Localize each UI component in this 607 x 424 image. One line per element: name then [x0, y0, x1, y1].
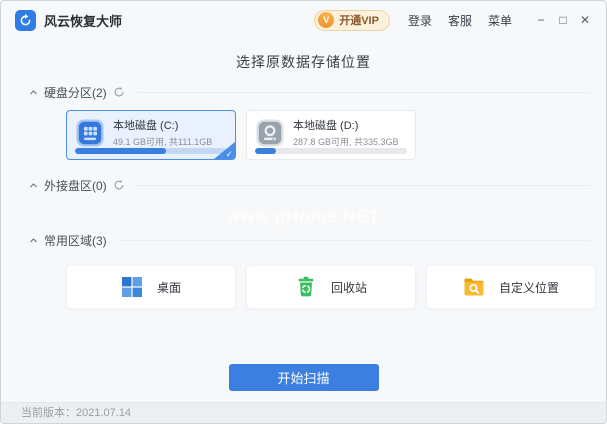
disk-usage-fill: [75, 148, 167, 154]
windows-logo-icon: [121, 277, 142, 297]
custom-location-card[interactable]: 自定义位置: [426, 265, 596, 309]
close-button[interactable]: ✕: [576, 13, 594, 27]
page-title: 选择原数据存储位置: [236, 54, 371, 70]
section-header-common-areas: 常用区域(3): [29, 231, 590, 249]
disk-usage-bar: [75, 148, 227, 154]
vip-label: 开通VIP: [339, 15, 379, 27]
watermark-text: www.pHome.NET: [226, 207, 381, 226]
version-text: 当前版本：2021.07.14: [21, 407, 132, 419]
section-divider: [136, 184, 590, 186]
section-title-common-areas: 常用区域(3): [44, 233, 107, 248]
disk-capacity: 49.1 GB可用, 共111.1GB: [113, 137, 213, 147]
open-vip-button[interactable]: V 开通VIP: [314, 9, 390, 31]
menu-link[interactable]: 菜单: [488, 12, 512, 29]
login-link[interactable]: 登录: [408, 12, 432, 29]
disk-card-d[interactable]: 本地磁盘 (D:) 287.8 GB可用, 共335.3GB: [246, 110, 416, 160]
start-scan-button[interactable]: 开始扫描: [228, 364, 379, 391]
collapse-chevron-icon[interactable]: [29, 236, 38, 245]
titlebar-actions: V 开通VIP 登录 客服 菜单 − □ ✕: [314, 9, 594, 31]
disk-usage-fill: [255, 148, 277, 154]
recycle-bin-card[interactable]: 回收站: [246, 265, 416, 309]
folder-search-icon: [464, 278, 484, 296]
disk-card-d-text: 本地磁盘 (D:) 287.8 GB可用, 共335.3GB: [293, 117, 399, 148]
common-area-row: 桌面 回收站 自定义位置: [66, 265, 606, 309]
collapse-chevron-icon[interactable]: [29, 88, 38, 97]
desktop-card[interactable]: 桌面: [66, 265, 236, 309]
section-title-external-disks: 外接盘区(0): [44, 178, 107, 193]
support-link[interactable]: 客服: [448, 12, 472, 29]
common-label: 自定义位置: [498, 280, 559, 295]
disk-card-c[interactable]: 本地磁盘 (C:) 49.1 GB可用, 共111.1GB ✓: [66, 110, 236, 160]
section-title-disk-partitions: 硬盘分区(2): [44, 85, 107, 100]
selected-check-icon: ✓: [225, 149, 233, 159]
common-label: 桌面: [156, 280, 181, 295]
recycle-bin-icon: [298, 276, 314, 297]
app-logo-icon: [15, 9, 36, 31]
collapse-chevron-icon[interactable]: [29, 181, 38, 190]
app-window: 风云恢复大师 V 开通VIP 登录 客服 菜单 − □ ✕ 选择原数据存储位置 …: [0, 0, 607, 424]
minimize-button[interactable]: −: [532, 13, 550, 27]
vip-badge-icon: V: [318, 12, 335, 28]
hard-disk-gray-icon: [256, 118, 284, 147]
disk-capacity: 287.8 GB可用, 共335.3GB: [293, 137, 399, 147]
main-content: 选择原数据存储位置 硬盘分区(2) 本地磁盘 (C:) 49.1 GB可用, 共…: [1, 39, 606, 402]
disk-card-c-main: 本地磁盘 (C:) 49.1 GB可用, 共111.1GB: [67, 111, 235, 148]
statusbar: 当前版本：2021.07.14: [1, 402, 606, 423]
maximize-button[interactable]: □: [554, 13, 572, 27]
refresh-icon[interactable]: [113, 86, 125, 98]
disk-card-d-main: 本地磁盘 (D:) 287.8 GB可用, 共335.3GB: [247, 111, 415, 148]
section-divider: [118, 239, 590, 241]
disk-name: 本地磁盘 (D:): [293, 120, 359, 132]
hard-disk-blue-icon: [76, 118, 104, 147]
section-header-disk-partitions: 硬盘分区(2): [29, 83, 590, 101]
titlebar: 风云恢复大师 V 开通VIP 登录 客服 菜单 − □ ✕: [1, 1, 606, 39]
section-divider: [136, 91, 590, 93]
app-title: 风云恢复大师: [44, 13, 123, 29]
disk-card-row: 本地磁盘 (C:) 49.1 GB可用, 共111.1GB ✓ 本地磁盘 (D:…: [66, 110, 606, 160]
refresh-icon[interactable]: [113, 179, 125, 191]
common-label: 回收站: [330, 280, 367, 295]
disk-name: 本地磁盘 (C:): [113, 120, 179, 132]
disk-card-c-text: 本地磁盘 (C:) 49.1 GB可用, 共111.1GB: [113, 117, 212, 148]
section-header-external-disks: 外接盘区(0): [29, 176, 590, 194]
disk-usage-bar: [255, 148, 407, 154]
